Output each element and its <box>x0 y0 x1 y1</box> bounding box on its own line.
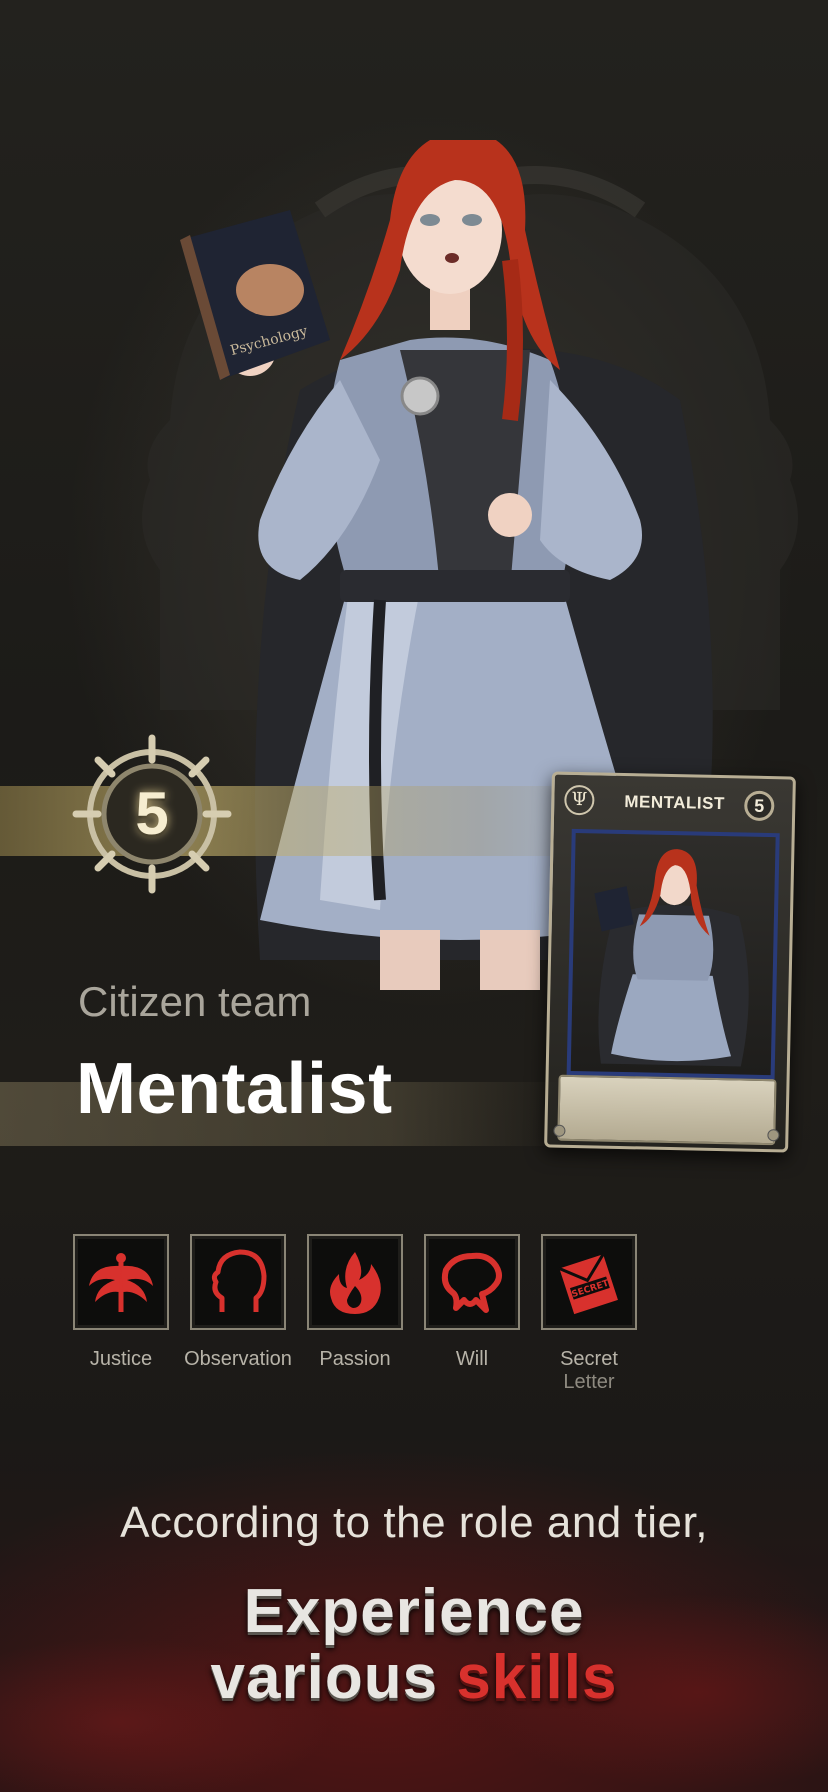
skill-justice[interactable] <box>73 1234 169 1330</box>
skill-secret-letter[interactable]: SECRET <box>541 1234 637 1330</box>
skill-secret-label-line1: Secret <box>560 1348 618 1370</box>
will-icon <box>441 1252 502 1313</box>
skill-secret-label-line2: Letter <box>563 1371 615 1393</box>
tagline-line2-accent: skills <box>456 1643 618 1712</box>
skill-passion-label: Passion <box>319 1348 391 1370</box>
card-artwork <box>566 828 780 1080</box>
skill-observation-label: Observation <box>184 1348 292 1370</box>
role-card[interactable]: Ψ MENTALIST 5 <box>544 771 796 1153</box>
skill-secret-letter-label: Secret Letter <box>529 1348 649 1394</box>
card-header: Ψ MENTALIST 5 <box>554 775 793 828</box>
tagline-line2-plain: various <box>210 1643 439 1712</box>
skill-justice-label: Justice <box>89 1348 153 1370</box>
psi-icon: Ψ <box>564 784 595 816</box>
tagline-subtitle: According to the role and tier, <box>120 1498 708 1547</box>
skill-passion[interactable] <box>307 1234 403 1330</box>
passion-icon <box>330 1252 381 1314</box>
card-title: MENTALIST <box>624 792 726 814</box>
card-rivet <box>767 1129 780 1142</box>
skill-observation[interactable] <box>190 1234 286 1330</box>
justice-icon <box>89 1253 153 1312</box>
skill-will-label: Will <box>455 1348 489 1370</box>
tagline-line1: Experience <box>243 1577 585 1646</box>
secret-letter-icon: SECRET <box>558 1253 618 1315</box>
card-tier-badge: 5 <box>743 790 775 822</box>
card-name-plate <box>557 1074 777 1146</box>
team-label: Citizen team <box>78 978 312 1025</box>
tier-number: 5 <box>135 780 169 847</box>
card-character-mini-illustration <box>594 849 749 1067</box>
skill-will[interactable] <box>424 1234 520 1330</box>
role-name: Mentalist <box>76 1049 393 1129</box>
observation-icon <box>211 1249 267 1312</box>
tagline-line2: various skills <box>0 1642 828 1713</box>
